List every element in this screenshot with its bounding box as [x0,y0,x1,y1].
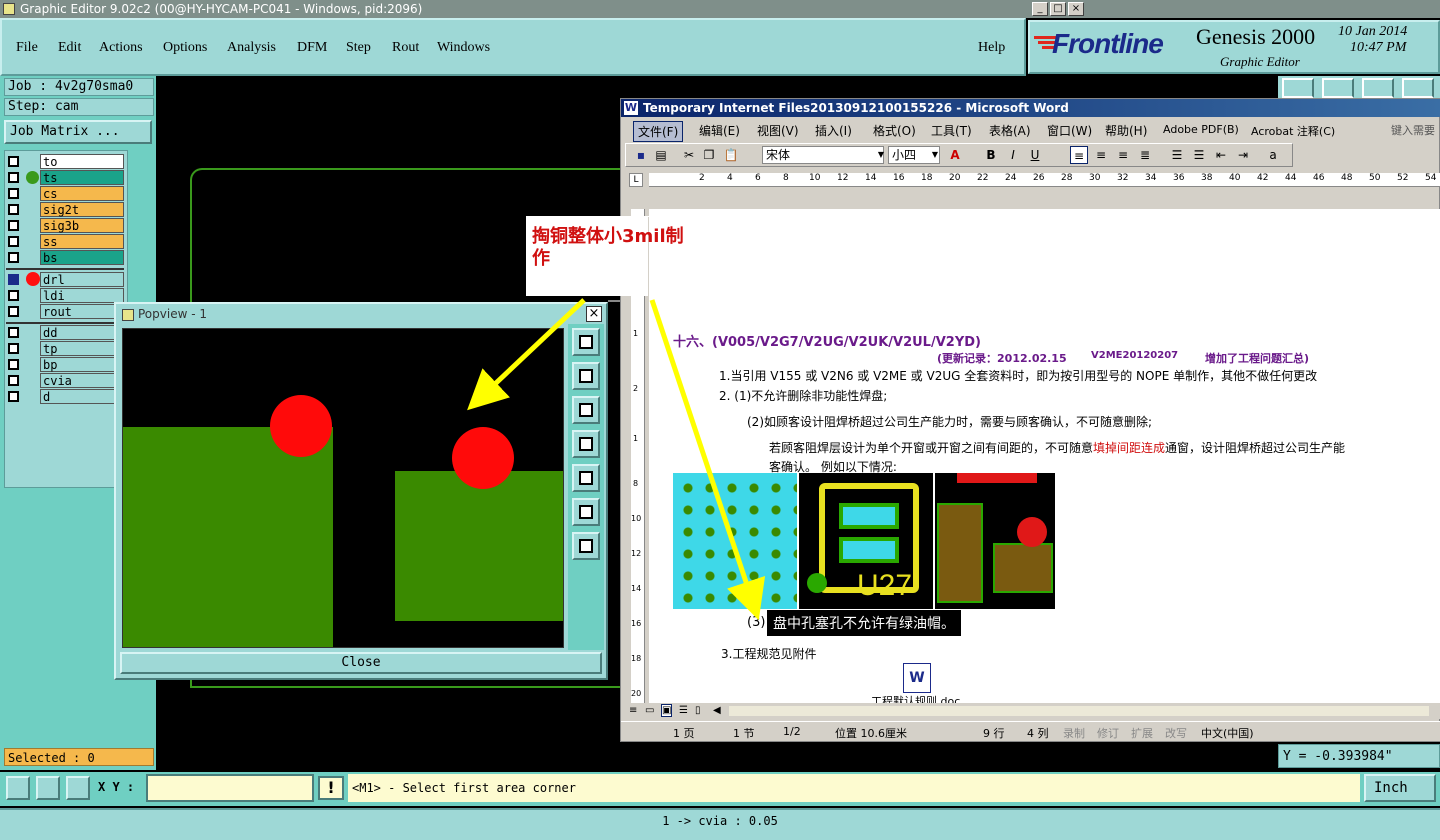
status-line-bar: 1 -> cvia : 0.05 [0,808,1440,840]
annotation-arrows [467,298,766,621]
arrow-to-popview [467,298,586,411]
xy-input[interactable] [146,774,314,802]
snap-grid-icon[interactable] [66,776,90,800]
coordinate-y-readout: Y = -0.393984" [1278,744,1440,768]
zoom-area-icon[interactable] [6,776,30,800]
arrow-to-document [649,299,766,621]
bottom-toolbar: X Y : ! <M1> - Select first area corner … [0,772,1440,806]
status-line-text: 1 -> cvia : 0.05 [662,814,778,828]
prompt-message: <M1> - Select first area corner [348,774,1360,802]
unit-select[interactable]: Inch [1364,774,1436,802]
xy-label: X Y : [98,780,135,794]
warning-icon[interactable]: ! [318,776,344,800]
measure-icon[interactable] [36,776,60,800]
